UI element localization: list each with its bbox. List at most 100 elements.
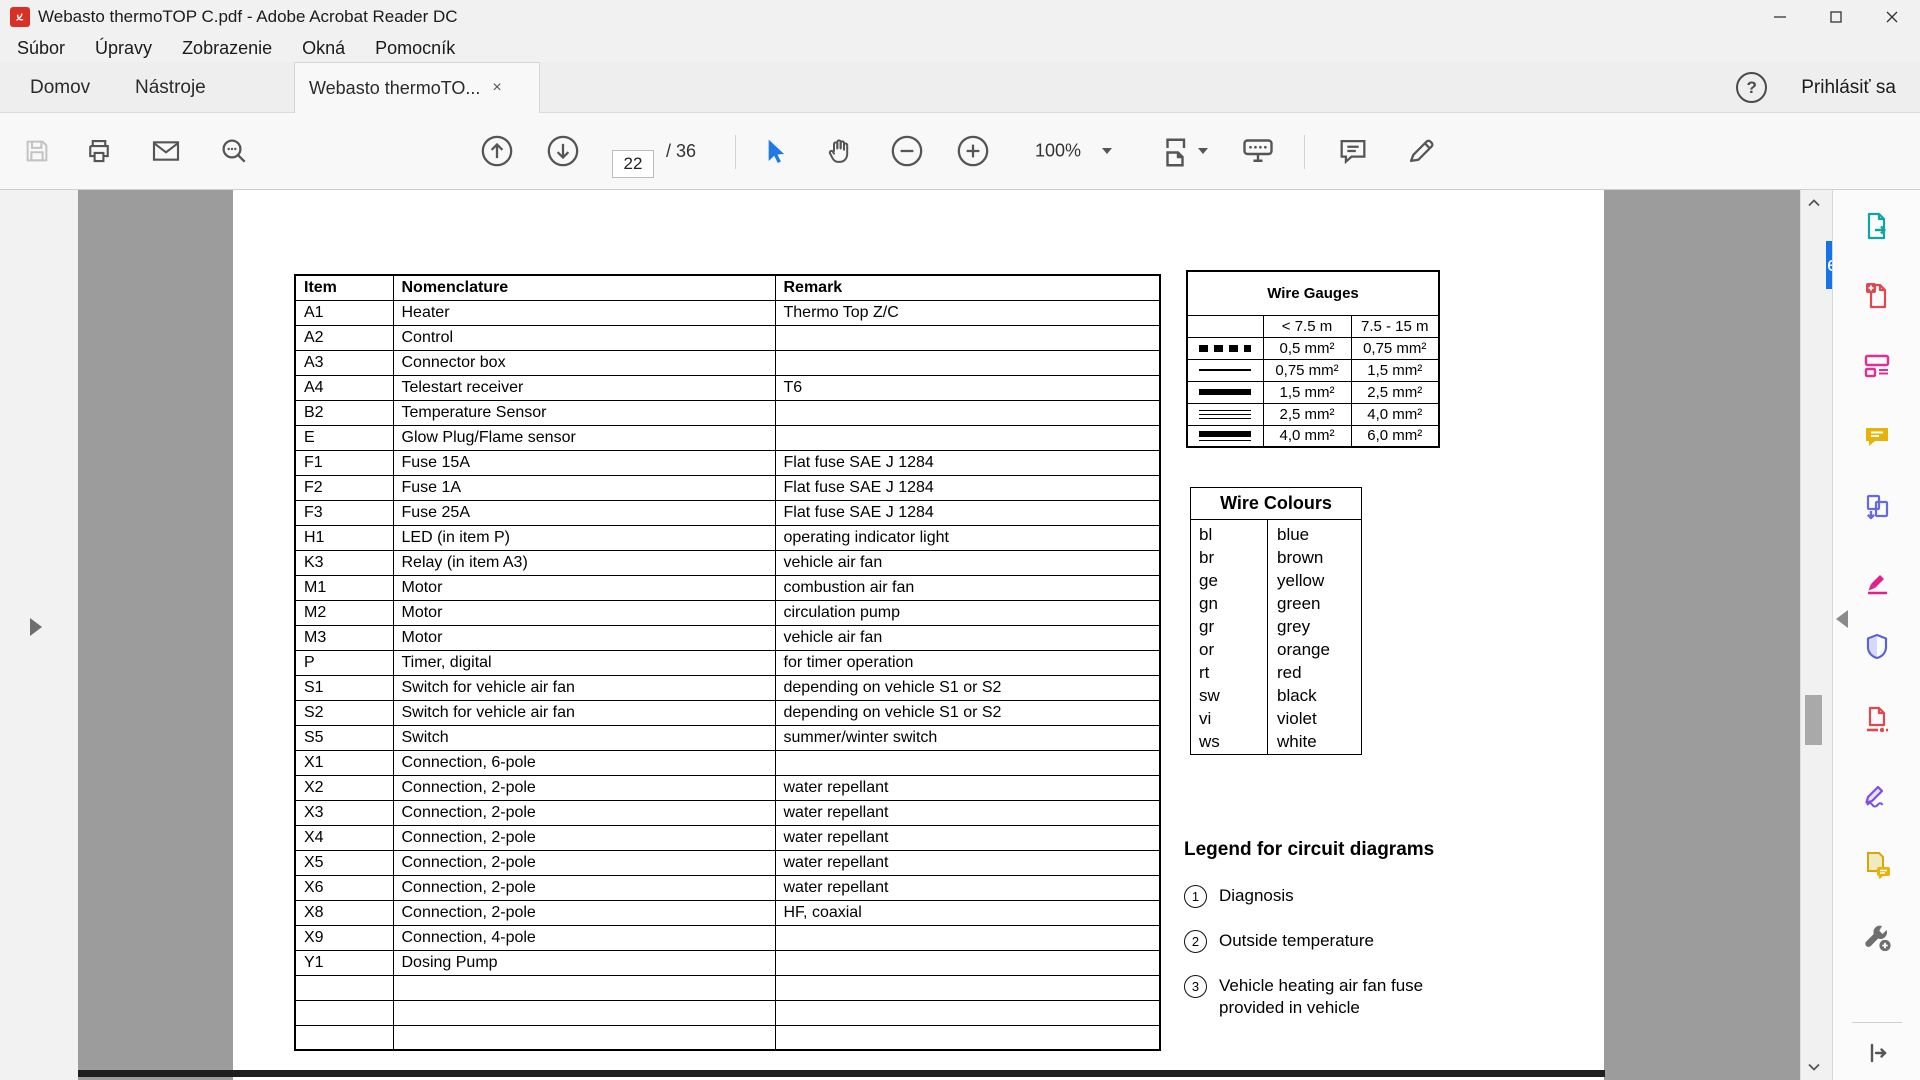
protect-icon[interactable] — [1861, 631, 1893, 663]
redact-icon[interactable] — [1861, 564, 1893, 596]
tools-pane-collapse-icon[interactable] — [1836, 610, 1848, 628]
wire-colour-abbr: ge — [1191, 569, 1267, 592]
scroll-down-icon[interactable] — [1801, 1056, 1827, 1078]
tab-home[interactable]: Domov — [30, 62, 90, 113]
menu-item[interactable]: Okná — [287, 34, 360, 62]
table-cell-nomenclature: Heater — [393, 300, 775, 325]
table-cell-remark: Flat fuse SAE J 1284 — [775, 450, 1160, 475]
tab-document-label: Webasto thermoTO... — [309, 78, 480, 99]
save-icon[interactable] — [22, 136, 52, 166]
send-for-review-icon[interactable] — [1861, 849, 1893, 881]
legend-item: 3 Vehicle heating air fan fuse provided … — [1184, 975, 1474, 1019]
table-row: X1 Connection, 6-pole — [295, 750, 1160, 775]
circuit-legend: Legend for circuit diagrams 1 Diagnosis … — [1184, 839, 1474, 1041]
sign-in-button[interactable]: Prihlásiť sa — [1801, 77, 1896, 99]
document-viewer: Item Nomenclature Remark A1 Heater Therm… — [78, 190, 1800, 1080]
table-cell-item: X4 — [295, 825, 393, 850]
comment-icon[interactable] — [1861, 421, 1893, 453]
menu-item[interactable]: Úpravy — [80, 34, 167, 62]
tab-document[interactable]: Webasto thermoTO... × — [294, 62, 540, 113]
page-display-icon[interactable] — [1240, 133, 1276, 169]
hand-tool-icon[interactable] — [824, 135, 856, 167]
compress-pdf-icon[interactable] — [1861, 704, 1893, 736]
comment-tool-icon[interactable] — [1336, 134, 1370, 168]
wire-style-sample — [1199, 369, 1251, 371]
tab-tools[interactable]: Nástroje — [135, 62, 206, 113]
legend-title: Legend for circuit diagrams — [1184, 839, 1474, 861]
legend-text: Diagnosis — [1219, 885, 1294, 907]
open-tools-pane-icon[interactable] — [1861, 1037, 1893, 1069]
select-tool-icon[interactable] — [758, 135, 790, 167]
create-pdf-icon[interactable] — [1861, 279, 1893, 311]
table-cell-remark: T6 — [775, 375, 1160, 400]
title-bar: Webasto thermoTOP C.pdf - Adobe Acrobat … — [0, 0, 1920, 34]
table-cell-item: X2 — [295, 775, 393, 800]
wire-colour-abbr: bl — [1191, 523, 1267, 546]
previous-page-icon[interactable] — [480, 134, 514, 168]
wire-gauge-value: 0,75 mm² — [1351, 337, 1439, 359]
zoom-dropdown-caret-icon[interactable] — [1102, 148, 1112, 154]
table-cell-nomenclature: Timer, digital — [393, 650, 775, 675]
wire-gauge-value: 1,5 mm² — [1351, 359, 1439, 381]
wire-gauges-row: 1,5 mm² 2,5 mm² — [1187, 381, 1439, 403]
wire-gauges-header-cell: 7.5 - 15 m — [1351, 315, 1439, 337]
wire-colour-name: violet — [1267, 707, 1361, 730]
table-cell-nomenclature: Switch for vehicle air fan — [393, 675, 775, 700]
fit-width-icon[interactable] — [1160, 133, 1196, 169]
table-cell-nomenclature: Motor — [393, 625, 775, 650]
wire-gauges-header-row: < 7.5 m 7.5 - 15 m — [1187, 315, 1439, 337]
wire-colour-name: grey — [1267, 615, 1361, 638]
wire-colour-name: red — [1267, 661, 1361, 684]
table-cell-remark — [775, 1000, 1160, 1025]
combine-files-icon[interactable] — [1861, 491, 1893, 523]
wire-colour-name: blue — [1267, 523, 1361, 546]
minimize-button[interactable] — [1752, 0, 1808, 34]
table-cell-nomenclature — [393, 1025, 775, 1050]
search-icon[interactable] — [218, 135, 250, 167]
wire-colour-name: orange — [1267, 638, 1361, 661]
table-cell-item: S5 — [295, 725, 393, 750]
close-button[interactable] — [1864, 0, 1920, 34]
export-pdf-icon[interactable] — [1861, 210, 1893, 242]
fit-dropdown-caret-icon[interactable] — [1198, 148, 1208, 154]
tab-close-icon[interactable]: × — [492, 79, 501, 97]
wire-gauges-row: 0,75 mm² 1,5 mm² — [1187, 359, 1439, 381]
more-tools-icon[interactable] — [1861, 921, 1893, 953]
wire-gauge-value: 0,5 mm² — [1263, 337, 1351, 359]
vertical-scrollbar[interactable] — [1800, 190, 1826, 1080]
wire-style-cell — [1187, 381, 1263, 403]
menu-item[interactable]: Pomocník — [360, 34, 470, 62]
fill-and-sign-icon[interactable] — [1861, 776, 1893, 808]
scrollbar-thumb[interactable] — [1805, 695, 1822, 745]
table-row: M1 Motor combustion air fan — [295, 575, 1160, 600]
menu-item[interactable]: Súbor — [2, 34, 80, 62]
table-cell-nomenclature: Connection, 2-pole — [393, 800, 775, 825]
wire-colour-name: brown — [1267, 546, 1361, 569]
table-cell-remark — [775, 750, 1160, 775]
table-cell-remark — [775, 925, 1160, 950]
legend-number-badge: 1 — [1184, 885, 1207, 908]
wire-colour-abbr: rt — [1191, 661, 1267, 684]
page-number-input[interactable] — [612, 150, 654, 178]
table-cell-remark — [775, 325, 1160, 350]
scroll-up-icon[interactable] — [1801, 192, 1827, 214]
wire-style-cell — [1187, 425, 1263, 447]
document-workspace: Item Nomenclature Remark A1 Heater Therm… — [0, 190, 1920, 1080]
zoom-in-icon[interactable] — [956, 134, 990, 168]
print-icon[interactable] — [84, 136, 114, 166]
table-cell-remark: summer/winter switch — [775, 725, 1160, 750]
table-row: S2 Switch for vehicle air fan depending … — [295, 700, 1160, 725]
edit-pdf-icon[interactable] — [1861, 349, 1893, 381]
navigation-pane-toggle-icon[interactable] — [30, 618, 42, 636]
maximize-button[interactable] — [1808, 0, 1864, 34]
table-cell-nomenclature: Switch — [393, 725, 775, 750]
pencil-tool-icon[interactable] — [1404, 134, 1438, 168]
menu-item[interactable]: Zobrazenie — [167, 34, 287, 62]
email-icon[interactable] — [150, 135, 182, 167]
wire-gauge-value: 1,5 mm² — [1263, 381, 1351, 403]
table-cell-item: K3 — [295, 550, 393, 575]
next-page-icon[interactable] — [546, 134, 580, 168]
help-icon[interactable]: ? — [1736, 72, 1767, 103]
zoom-out-icon[interactable] — [890, 134, 924, 168]
table-row: A1 Heater Thermo Top Z/C — [295, 300, 1160, 325]
